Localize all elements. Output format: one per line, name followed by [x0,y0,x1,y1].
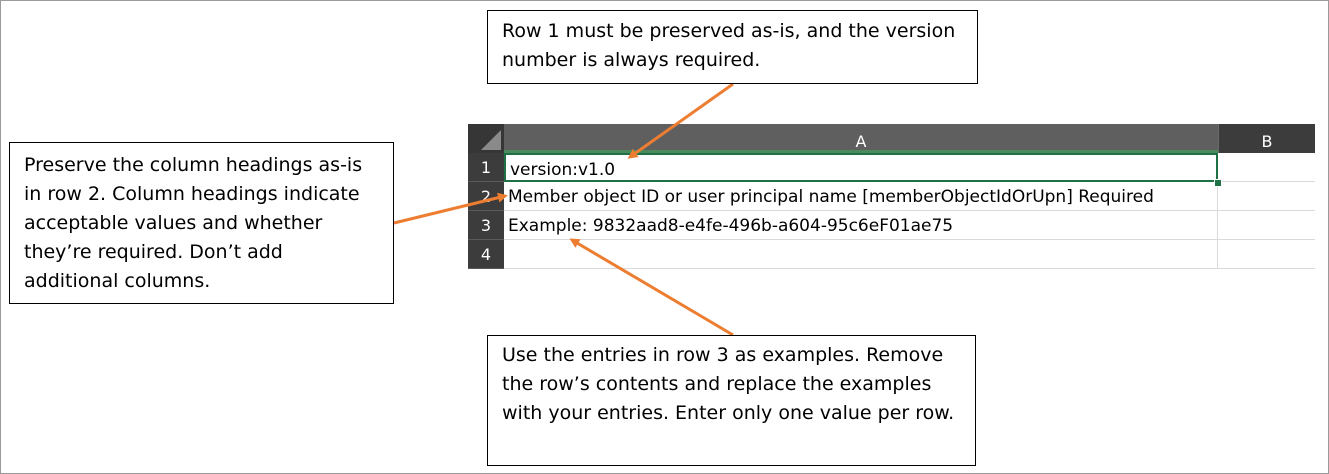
arrow-top [627,82,734,159]
arrow-left [393,192,508,225]
arrow-bottom [569,238,734,337]
callout-column-headings: Preserve the column headings as-is in ro… [9,142,394,304]
callout-version-row: Row 1 must be preserved as-is, and the v… [487,10,978,84]
callout-example-row: Use the entries in row 3 as examples. Re… [487,335,976,466]
